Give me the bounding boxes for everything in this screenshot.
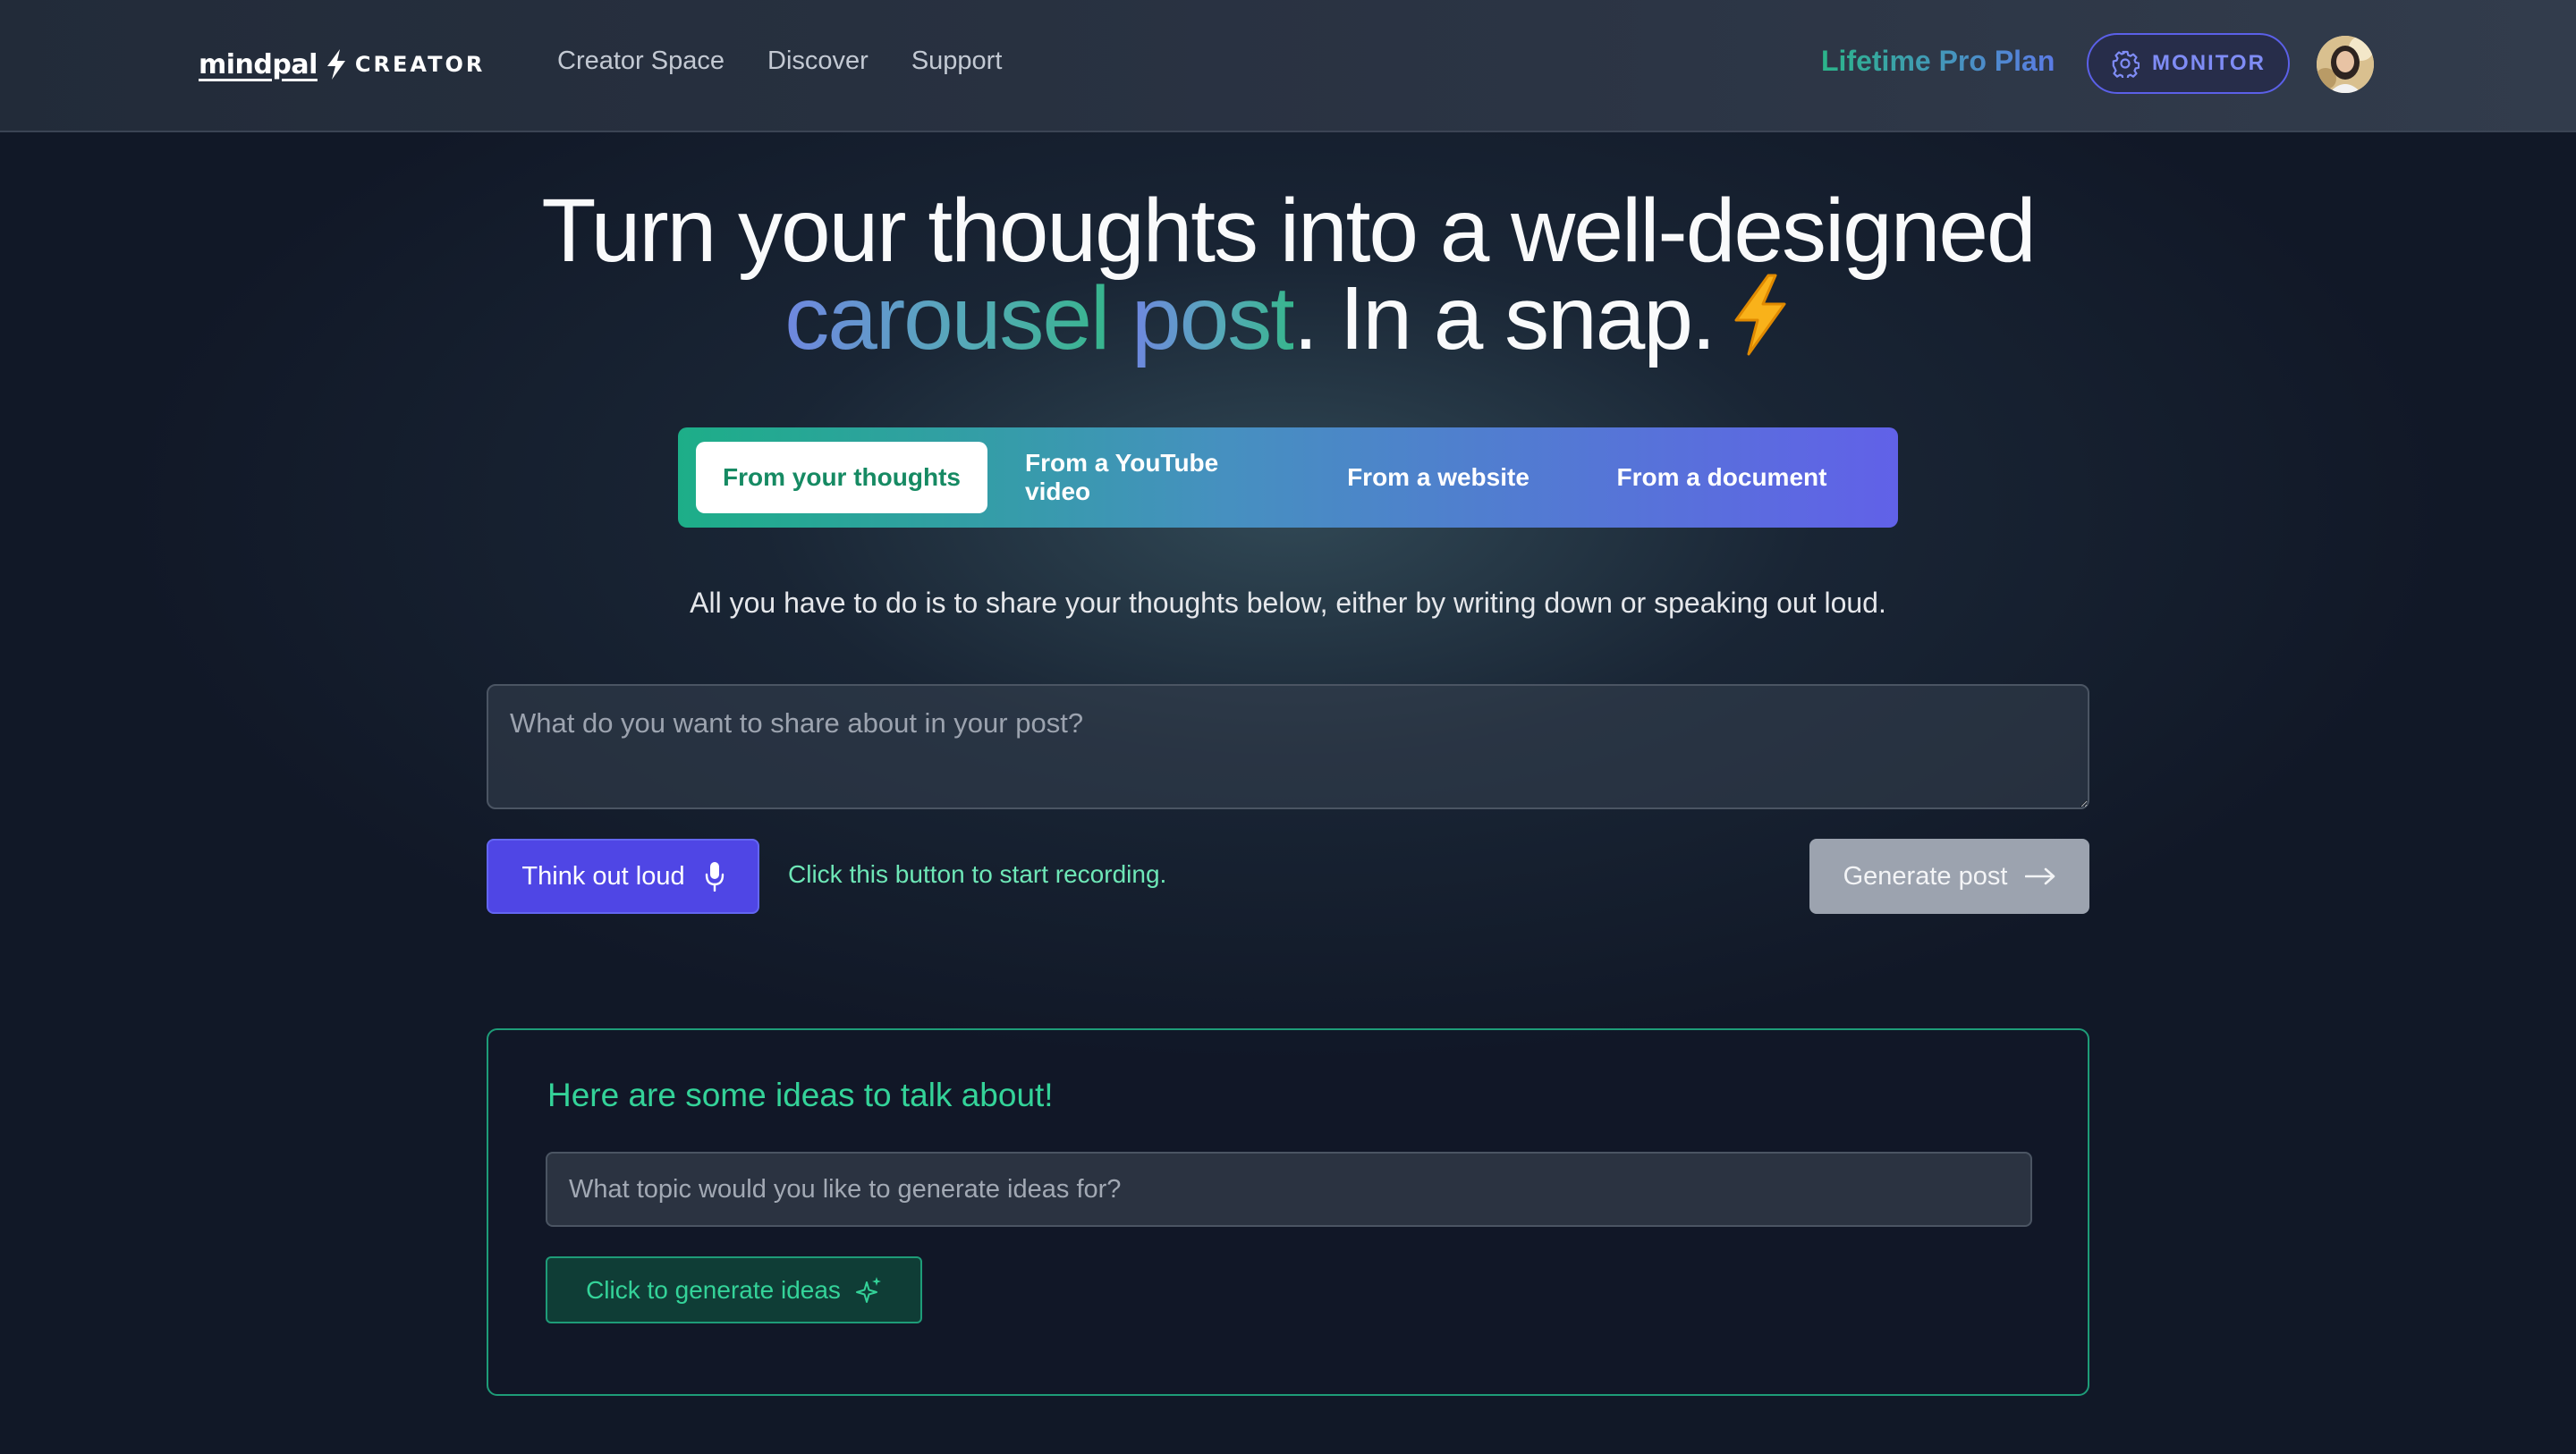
generate-post-button[interactable]: Generate post (1809, 839, 2089, 914)
ideas-panel: Here are some ideas to talk about! Click… (487, 1028, 2089, 1396)
generate-post-label: Generate post (1843, 861, 2008, 891)
source-tabs: From your thoughts From a YouTube video … (678, 427, 1898, 528)
generate-ideas-label: Click to generate ideas (586, 1275, 841, 1304)
gear-icon (2112, 50, 2140, 78)
nav-link-creator-space[interactable]: Creator Space (557, 46, 724, 76)
generate-ideas-button[interactable]: Click to generate ideas (546, 1256, 922, 1323)
arrow-right-icon (2025, 867, 2055, 885)
instructions-text: All you have to do is to share your thou… (690, 587, 1886, 619)
hero-line-1: Turn your thoughts into a well-designed (541, 181, 2036, 281)
monitor-button[interactable]: MONITOR (2087, 33, 2290, 94)
user-avatar[interactable] (2317, 36, 2374, 93)
post-topic-textarea[interactable] (487, 684, 2089, 809)
sparkles-icon (855, 1276, 881, 1303)
nav-link-support[interactable]: Support (911, 46, 1003, 76)
tab-from-website[interactable]: From a website (1313, 442, 1563, 513)
hero-highlight-carousel: carousel (784, 268, 1110, 368)
tab-from-document[interactable]: From a document (1574, 442, 1869, 513)
logo-wordmark: mindpal (199, 48, 318, 80)
hero-headline: Turn your thoughts into a well-designed … (304, 186, 2272, 368)
avatar-image (2317, 36, 2374, 93)
plan-badge: Lifetime Pro Plan (1821, 45, 2055, 77)
brand-logo[interactable]: mindpal CREATOR (199, 45, 485, 84)
microphone-icon (705, 862, 724, 892)
ideas-heading: Here are some ideas to talk about! (547, 1077, 1054, 1113)
ideas-topic-input[interactable] (546, 1152, 2032, 1227)
lightning-bolt-icon (326, 49, 345, 80)
logo-subtitle: CREATOR (354, 52, 486, 77)
tab-from-youtube[interactable]: From a YouTube video (998, 442, 1302, 513)
tab-from-thoughts[interactable]: From your thoughts (696, 442, 987, 513)
think-out-loud-button[interactable]: Think out loud (487, 839, 759, 914)
monitor-label: MONITOR (2152, 51, 2266, 75)
hero-highlight-post: post (1131, 268, 1295, 368)
main-nav: Creator Space Discover Support (557, 46, 1002, 76)
lightning-emoji-icon (1729, 274, 1792, 368)
top-navbar: mindpal CREATOR Creator Space Discover S… (0, 0, 2576, 132)
recording-hint: Click this button to start recording. (788, 860, 1167, 888)
nav-link-discover[interactable]: Discover (767, 46, 869, 76)
think-out-loud-label: Think out loud (521, 861, 685, 891)
hero-line-2-rest: . In a snap. (1293, 268, 1716, 368)
